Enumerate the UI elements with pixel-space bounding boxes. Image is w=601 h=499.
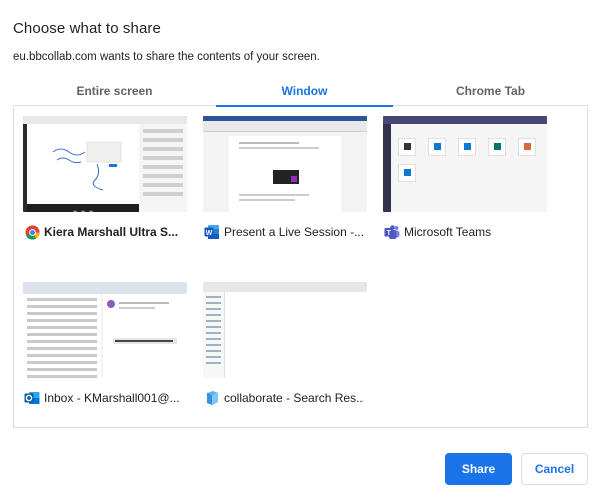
window-title: collaborate - Search Res...	[224, 391, 364, 405]
outlook-icon	[24, 390, 40, 406]
teams-icon: T	[384, 224, 400, 240]
window-title: Present a Live Session -...	[224, 225, 364, 239]
window-thumbnail	[203, 116, 367, 212]
window-item-outlook[interactable]: Inbox - KMarshall001@...	[14, 273, 187, 423]
tab-entire-screen[interactable]: Entire screen	[13, 76, 216, 106]
window-thumbnail	[203, 282, 367, 378]
share-source-tabs: Entire screen Window Chrome Tab	[13, 76, 588, 107]
dialog-subtitle: eu.bbcollab.com wants to share the conte…	[13, 51, 320, 63]
word-icon: W	[204, 224, 220, 240]
window-item-chrome[interactable]: Kiera Marshall Ultra S...	[14, 107, 187, 257]
chrome-icon	[24, 224, 40, 240]
svg-text:W: W	[206, 230, 213, 237]
dialog-title: Choose what to share	[13, 20, 161, 37]
svg-text:T: T	[387, 230, 392, 237]
share-screen-dialog: Choose what to share eu.bbcollab.com wan…	[0, 0, 601, 499]
cancel-button[interactable]: Cancel	[521, 453, 588, 485]
share-button[interactable]: Share	[445, 453, 512, 485]
tab-window[interactable]: Window	[216, 76, 393, 107]
window-item-word[interactable]: W Present a Live Session -...	[194, 107, 367, 257]
tab-chrome-tab[interactable]: Chrome Tab	[393, 76, 588, 106]
window-title: Kiera Marshall Ultra S...	[44, 225, 179, 239]
window-thumbnail	[383, 116, 547, 212]
window-item-teams[interactable]: T Microsoft Teams	[374, 107, 547, 257]
window-thumbnail	[23, 282, 187, 378]
window-title: Inbox - KMarshall001@...	[44, 391, 180, 405]
window-title: Microsoft Teams	[404, 225, 492, 239]
file-explorer-icon	[204, 390, 220, 406]
window-item-file-explorer[interactable]: collaborate - Search Res...	[194, 273, 367, 423]
window-thumbnail	[23, 116, 187, 212]
window-list-panel: Kiera Marshall Ultra S... W Present a Li…	[13, 107, 588, 428]
